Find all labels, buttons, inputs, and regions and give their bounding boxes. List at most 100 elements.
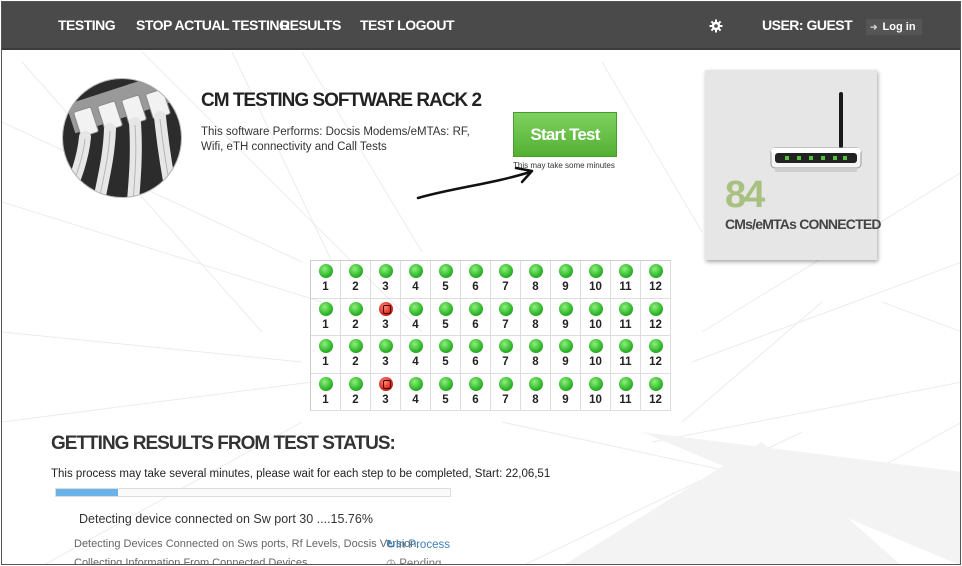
- port-cell[interactable]: 11: [611, 336, 641, 374]
- port-ok-icon: [318, 264, 333, 278]
- port-cell[interactable]: 3: [371, 336, 401, 374]
- clock-icon: ◷: [386, 558, 400, 565]
- port-cell[interactable]: 1: [311, 261, 341, 299]
- port-cell[interactable]: 7: [491, 336, 521, 374]
- port-cell[interactable]: 8: [521, 261, 551, 299]
- port-cell[interactable]: 4: [401, 373, 431, 411]
- connected-count: 84: [725, 174, 765, 216]
- port-cell[interactable]: 9: [551, 373, 581, 411]
- port-cell[interactable]: 6: [461, 298, 491, 336]
- port-ok-icon: [498, 376, 513, 391]
- port-number: 9: [562, 356, 569, 368]
- login-button[interactable]: ➜ Log in: [866, 19, 922, 35]
- port-number: 4: [412, 393, 419, 406]
- port-cell[interactable]: 6: [461, 373, 491, 411]
- port-ok-icon: [558, 264, 573, 278]
- port-ok-icon: [318, 339, 333, 353]
- status-note: This process may take several minutes, p…: [51, 468, 551, 480]
- port-ok-icon: [348, 376, 363, 391]
- gear-icon[interactable]: [708, 18, 724, 34]
- progress-fill: [56, 489, 119, 496]
- port-number: 5: [442, 393, 449, 406]
- port-ok-icon: [498, 339, 513, 353]
- port-number: 1: [322, 356, 329, 368]
- port-cell[interactable]: 6: [461, 261, 491, 299]
- port-number: 3: [382, 356, 389, 368]
- port-ok-icon: [588, 264, 603, 278]
- step-state-label: In Process: [395, 539, 450, 551]
- port-cell[interactable]: 8: [521, 298, 551, 336]
- port-ok-icon: [648, 264, 663, 278]
- step-label: Collecting Information From Connected De…: [74, 557, 308, 565]
- start-test-button[interactable]: Start Test: [513, 112, 617, 157]
- port-cell[interactable]: 12: [641, 336, 671, 374]
- port-ok-icon: [408, 264, 423, 278]
- port-ok-icon: [348, 301, 363, 316]
- port-number: 3: [382, 281, 389, 293]
- port-cell[interactable]: 12: [641, 298, 671, 336]
- port-number: 1: [322, 318, 329, 331]
- port-cell[interactable]: 4: [401, 336, 431, 374]
- port-number: 6: [472, 393, 479, 406]
- port-cell[interactable]: 8: [521, 336, 551, 374]
- port-cell[interactable]: 4: [401, 261, 431, 299]
- port-number: 4: [412, 356, 419, 368]
- port-cell[interactable]: 3: [371, 261, 401, 299]
- port-ok-icon: [378, 264, 393, 278]
- port-ok-icon: [408, 339, 423, 353]
- ethernet-cables-image: [63, 79, 181, 197]
- port-cell[interactable]: 5: [431, 298, 461, 336]
- port-cell[interactable]: 9: [551, 261, 581, 299]
- port-ok-icon: [468, 339, 483, 353]
- port-cell[interactable]: 7: [491, 373, 521, 411]
- nav-results[interactable]: RESULTS: [280, 17, 341, 33]
- port-cell[interactable]: 3: [371, 298, 401, 336]
- port-ok-icon: [558, 339, 573, 353]
- port-cell[interactable]: 2: [341, 261, 371, 299]
- port-cell[interactable]: 7: [491, 298, 521, 336]
- port-number: 7: [502, 318, 509, 331]
- port-cell[interactable]: 5: [431, 373, 461, 411]
- port-cell[interactable]: 8: [521, 373, 551, 411]
- port-cell[interactable]: 4: [401, 298, 431, 336]
- step-state: ↻In Process: [386, 537, 450, 551]
- nav-testing[interactable]: TESTING: [58, 17, 116, 33]
- port-number: 11: [619, 281, 632, 293]
- port-cell[interactable]: 3: [371, 373, 401, 411]
- port-cell[interactable]: 10: [581, 298, 611, 336]
- port-cell[interactable]: 9: [551, 298, 581, 336]
- port-cell[interactable]: 11: [611, 298, 641, 336]
- router-icon: [770, 92, 862, 172]
- port-ok-icon: [408, 301, 423, 316]
- port-cell[interactable]: 2: [341, 336, 371, 374]
- port-cell[interactable]: 9: [551, 336, 581, 374]
- port-cell[interactable]: 12: [641, 373, 671, 411]
- port-ok-icon: [528, 339, 543, 353]
- port-cell[interactable]: 7: [491, 261, 521, 299]
- port-number: 12: [649, 281, 662, 293]
- port-cell[interactable]: 11: [611, 373, 641, 411]
- port-number: 7: [502, 393, 509, 406]
- port-cell[interactable]: 11: [611, 261, 641, 299]
- step-label: Detecting Devices Connected on Sws ports…: [74, 538, 420, 550]
- port-ok-icon: [408, 376, 423, 391]
- port-cell[interactable]: 5: [431, 336, 461, 374]
- port-cell[interactable]: 2: [341, 373, 371, 411]
- port-cell[interactable]: 1: [311, 336, 341, 374]
- port-ok-icon: [588, 339, 603, 353]
- port-cell[interactable]: 6: [461, 336, 491, 374]
- nav-stop-actual-testing[interactable]: STOP ACTUAL TESTING: [136, 17, 290, 33]
- port-cell[interactable]: 1: [311, 298, 341, 336]
- port-cell[interactable]: 10: [581, 336, 611, 374]
- port-number: 5: [442, 356, 449, 368]
- port-number: 8: [532, 281, 539, 293]
- port-cell[interactable]: 1: [311, 373, 341, 411]
- connected-devices-card: 84 CMs/eMTAs CONNECTED: [705, 70, 881, 260]
- port-cell[interactable]: 12: [641, 261, 671, 299]
- port-cell[interactable]: 2: [341, 298, 371, 336]
- nav-test-logout[interactable]: TEST LOGOUT: [360, 17, 455, 33]
- port-cell[interactable]: 10: [581, 373, 611, 411]
- port-number: 8: [532, 393, 539, 406]
- port-cell[interactable]: 10: [581, 261, 611, 299]
- port-cell[interactable]: 5: [431, 261, 461, 299]
